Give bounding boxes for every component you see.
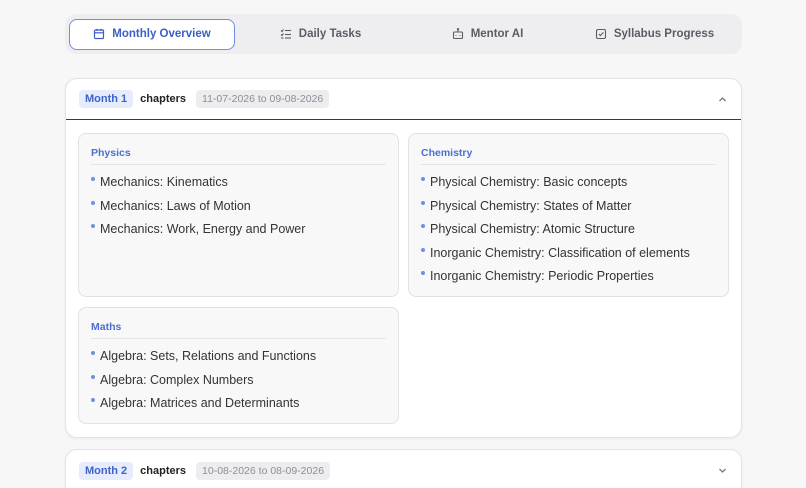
chapter-list: Mechanics: Kinematics Mechanics: Laws of…: [91, 165, 386, 245]
month-label: chapters: [140, 464, 187, 477]
list-item: Algebra: Sets, Relations and Functions: [91, 348, 386, 372]
month-header[interactable]: Month 2 chapters 10-08-2026 to 08-09-202…: [66, 450, 741, 488]
month-card: Month 2 chapters 10-08-2026 to 08-09-202…: [65, 449, 742, 488]
list-item: Inorganic Chemistry: Periodic Properties: [421, 268, 716, 292]
subject-card-maths: Maths Algebra: Sets, Relations and Funct…: [78, 307, 399, 424]
list-item: Mechanics: Work, Energy and Power: [91, 221, 386, 245]
date-range: 10-08-2026 to 08-09-2026: [196, 461, 331, 480]
tab-daily-tasks[interactable]: Daily Tasks: [237, 19, 404, 50]
list-item: Physical Chemistry: States of Matter: [421, 198, 716, 222]
list-item: Mechanics: Kinematics: [91, 174, 386, 198]
subject-title: Maths: [91, 308, 386, 339]
subject-title: Chemistry: [421, 134, 716, 165]
month-header[interactable]: Month 1 chapters 11-07-2026 to 09-08-202…: [66, 79, 741, 120]
checkbox-icon: [595, 28, 606, 40]
list-item: Mechanics: Laws of Motion: [91, 198, 386, 222]
month-label: chapters: [140, 93, 187, 105]
date-range: 11-07-2026 to 09-08-2026: [196, 90, 330, 108]
month-badge: Month 1: [79, 90, 134, 108]
list-item: Algebra: Complex Numbers: [91, 372, 386, 396]
view-tabs: Monthly Overview Daily Tasks Mentor AI S…: [65, 14, 742, 54]
task-list-icon: [280, 29, 291, 39]
tab-monthly-overview[interactable]: Monthly Overview: [69, 18, 235, 50]
tab-mentor-ai[interactable]: Mentor AI: [404, 19, 571, 50]
month-badge: Month 2: [79, 461, 134, 480]
chapter-list: Physical Chemistry: Basic concepts Physi…: [421, 165, 716, 292]
chevron-down-icon[interactable]: [717, 465, 728, 476]
subject-title: Physics: [91, 134, 386, 165]
chevron-up-icon[interactable]: [717, 94, 728, 105]
subject-card-chemistry: Chemistry Physical Chemistry: Basic conc…: [408, 133, 729, 297]
robot-icon: [452, 28, 463, 40]
list-item: Inorganic Chemistry: Classification of e…: [421, 245, 716, 269]
tab-label: Mentor AI: [470, 28, 524, 40]
list-item: Physical Chemistry: Atomic Structure: [421, 221, 716, 245]
tab-label: Daily Tasks: [298, 28, 362, 40]
calendar-icon: [94, 28, 105, 40]
list-item: Physical Chemistry: Basic concepts: [421, 174, 716, 198]
month-card: Month 1 chapters 11-07-2026 to 09-08-202…: [65, 78, 742, 438]
subject-card-physics: Physics Mechanics: Kinematics Mechanics:…: [78, 133, 399, 297]
tab-label: Syllabus Progress: [613, 28, 715, 40]
tab-syllabus-progress[interactable]: Syllabus Progress: [571, 19, 738, 50]
chapter-list: Algebra: Sets, Relations and Functions A…: [91, 339, 386, 419]
tab-label: Monthly Overview: [112, 28, 211, 40]
list-item: Algebra: Matrices and Determinants: [91, 395, 386, 419]
